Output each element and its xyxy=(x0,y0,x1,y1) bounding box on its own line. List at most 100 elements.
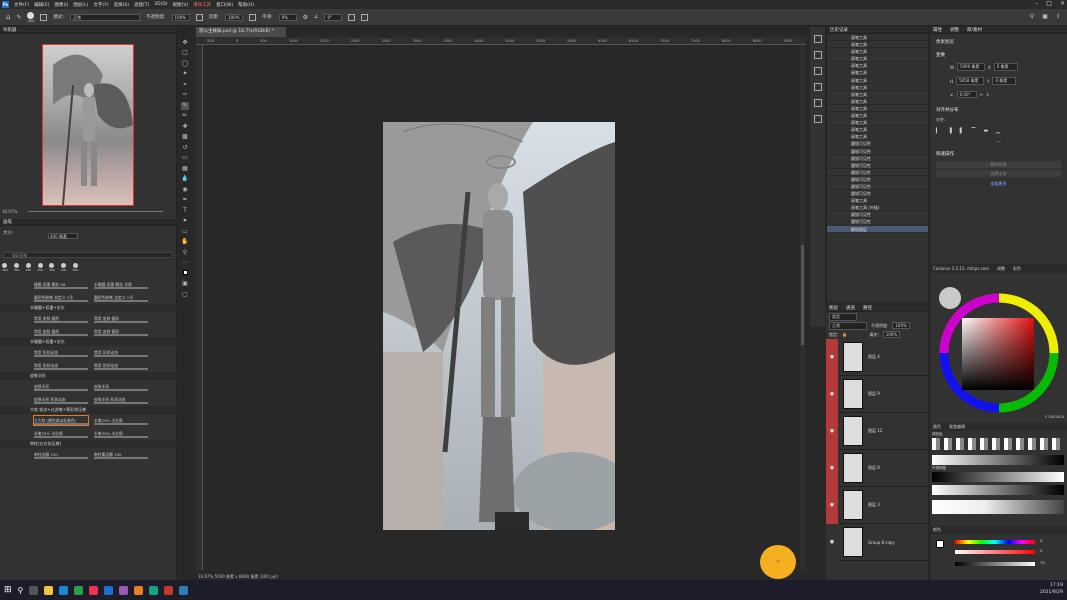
search-icon[interactable]: ⚲ xyxy=(18,586,24,595)
photoshop-taskbar-icon[interactable] xyxy=(104,585,114,595)
history-panel-icon[interactable] xyxy=(813,35,822,43)
gradient-bar[interactable] xyxy=(932,455,1064,465)
list-item[interactable]: 大大软 (颜色减淡低着色) 半笔25% 半尖角 xyxy=(0,414,177,427)
history-item[interactable]: 画笔工具 xyxy=(827,126,928,134)
see-more-link[interactable]: 查看更多 xyxy=(930,179,1067,189)
align-middle-icon[interactable]: ▬ xyxy=(983,128,988,134)
character-panel-icon[interactable] xyxy=(813,67,822,75)
brush-tool-icon[interactable]: ✎ xyxy=(181,101,189,110)
history-item[interactable]: 画笔工具 xyxy=(827,69,928,77)
brush-size-field[interactable]: 400 像素 xyxy=(48,233,78,239)
healing-tool-icon[interactable]: ✚ xyxy=(181,123,189,131)
tab-color[interactable]: 颜色 xyxy=(933,423,941,431)
brush-group[interactable]: 带柱(左右仿压感) xyxy=(0,440,177,448)
color-wheel[interactable] xyxy=(937,283,1061,417)
history-item[interactable]: 圆锁可见性 xyxy=(827,140,928,148)
tab-paths[interactable]: 路径 xyxy=(863,305,872,311)
system-clock[interactable]: 17:19 2021/9/29 xyxy=(1040,582,1063,596)
brightness-slider[interactable] xyxy=(955,562,1035,566)
vertical-scrollbar[interactable] xyxy=(800,45,805,570)
edge-browser-icon[interactable] xyxy=(59,585,69,595)
list-item[interactable]: 半笔25% 半尖角 半笔50% 半尖角 xyxy=(0,427,177,440)
brush-group[interactable]: 半硬圆+双重+尖头 xyxy=(0,304,177,312)
type-tool-icon[interactable]: T xyxy=(181,207,189,215)
opacity-field[interactable]: 100% xyxy=(171,13,190,21)
brush-preset[interactable]: 300 xyxy=(49,263,55,272)
tab-coolorus-color[interactable]: 彩色 xyxy=(1013,264,1021,273)
brush-group[interactable]: 皮肤半形 xyxy=(0,372,177,380)
move-tool-icon[interactable]: ✥ xyxy=(181,39,189,47)
eye-icon[interactable]: ◉ xyxy=(826,486,838,524)
layer-row[interactable]: ◉ 图层 9 xyxy=(826,375,928,413)
history-item[interactable]: 圆锁可见性 xyxy=(827,162,928,169)
brush-preset[interactable]: 300 xyxy=(14,263,19,272)
screen-mode-icon[interactable]: ▢ xyxy=(181,291,189,299)
history-item[interactable]: 画笔工具 xyxy=(827,48,928,56)
tab-adjustments[interactable]: 调整 xyxy=(950,27,959,33)
history-item[interactable]: 圆锁可见性 xyxy=(827,190,928,198)
eye-icon[interactable]: ◉ xyxy=(826,338,838,376)
menu-plugins[interactable]: 增效工具 xyxy=(193,2,211,8)
home-icon[interactable]: ⌂ xyxy=(6,13,10,21)
clone-stamp-icon[interactable]: ▩ xyxy=(181,133,189,141)
brush-search-input[interactable]: 搜索画笔 xyxy=(3,252,173,258)
brush-tool-icon[interactable]: ✎ xyxy=(16,14,21,21)
adjustments-panel-icon[interactable] xyxy=(813,99,822,107)
artwork-canvas[interactable] xyxy=(383,122,615,530)
tab-coolorus-adjust[interactable]: 调整 xyxy=(997,264,1005,273)
x-field[interactable]: 0 像素 xyxy=(993,63,1018,71)
history-item[interactable]: 圆锁可见性 xyxy=(827,218,928,226)
hue-slider[interactable] xyxy=(955,540,1035,544)
angle-field[interactable]: 0° xyxy=(324,13,343,21)
rotation-field[interactable]: 0.00° xyxy=(956,91,977,98)
mode-select[interactable]: 正常 xyxy=(70,13,141,21)
app-icon[interactable] xyxy=(179,585,189,595)
list-item[interactable]: 皮肤半形 皮肤半形 xyxy=(0,380,177,393)
menu-view[interactable]: 视图(V) xyxy=(173,2,189,8)
gear-icon[interactable]: ⚙ xyxy=(303,14,308,21)
history-brush-icon[interactable]: ↺ xyxy=(181,144,189,152)
history-item[interactable]: 画笔工具 xyxy=(827,77,928,84)
select-subject-button[interactable]: 选择主体 xyxy=(936,170,1061,177)
wechat-icon[interactable] xyxy=(74,585,84,595)
list-item[interactable]: 硬圆 双重 颗粒 58 半硬圆 双重 颗粒 半角 xyxy=(0,278,177,291)
list-item[interactable]: 常用 形状动态 常用 形状动态 xyxy=(0,359,177,372)
more-options-icon[interactable]: ⋯ xyxy=(930,137,1067,147)
layer-row[interactable]: ◉ 图层 12 xyxy=(826,412,928,450)
layer-row[interactable]: ◉ 图层 3 xyxy=(826,486,928,524)
flip-horizontal-icon[interactable]: ↔ xyxy=(980,92,983,97)
brightness-bar[interactable] xyxy=(932,500,1064,514)
layer-name[interactable]: 图层 3 xyxy=(868,502,880,508)
brush-group[interactable]: 半硬圆+双重+尖头 xyxy=(0,338,177,346)
history-item[interactable]: 画笔工具 xyxy=(827,98,928,105)
zoom-tool-icon[interactable]: ⚲ xyxy=(181,249,189,257)
history-item[interactable]: 画笔工具 (外链) xyxy=(827,204,928,212)
history-item[interactable]: 画笔工具 xyxy=(827,84,928,91)
flow-field[interactable]: 100% xyxy=(225,13,244,21)
search-icon[interactable]: ⚲ xyxy=(1030,13,1034,20)
align-top-icon[interactable]: ▔ xyxy=(972,128,976,134)
layer-opacity-field[interactable]: 100% xyxy=(892,322,910,329)
navigator-zoom[interactable]: 16.67% xyxy=(2,209,17,214)
layer-name[interactable]: 图层 8 xyxy=(868,465,880,471)
clone-source-icon[interactable] xyxy=(813,115,822,123)
list-item[interactable]: 皮肤半形 形状动态 皮肤半形 形状动态 xyxy=(0,393,177,406)
document-tab[interactable]: 游公主妹妹.psd @ 16.7%(RGB/8) * xyxy=(196,27,286,37)
app-icon[interactable] xyxy=(149,585,159,595)
close-icon[interactable]: × xyxy=(1060,0,1065,7)
navigator-thumbnail[interactable] xyxy=(42,44,134,206)
layer-row[interactable]: ◉ Group 8 copy xyxy=(826,523,928,561)
align-right-icon[interactable]: ▌ xyxy=(960,128,964,134)
hand-tool-icon[interactable]: ✋ xyxy=(181,238,189,246)
fill-field[interactable]: 100% xyxy=(882,331,901,338)
tab-properties[interactable]: 属性 xyxy=(933,27,942,33)
dodge-tool-icon[interactable]: ◉ xyxy=(181,186,189,194)
layer-filter-select[interactable]: 类型 xyxy=(829,312,857,321)
menu-help[interactable]: 帮助(H) xyxy=(238,2,254,8)
menu-window[interactable]: 窗口(W) xyxy=(216,2,233,8)
eye-icon[interactable]: ◉ xyxy=(826,412,838,450)
history-item[interactable]: 解锁图层 xyxy=(827,225,928,233)
tab-libraries[interactable]: 库/素材 xyxy=(967,27,982,33)
paragraph-panel-icon[interactable] xyxy=(813,83,822,91)
app-icon[interactable] xyxy=(89,585,99,595)
